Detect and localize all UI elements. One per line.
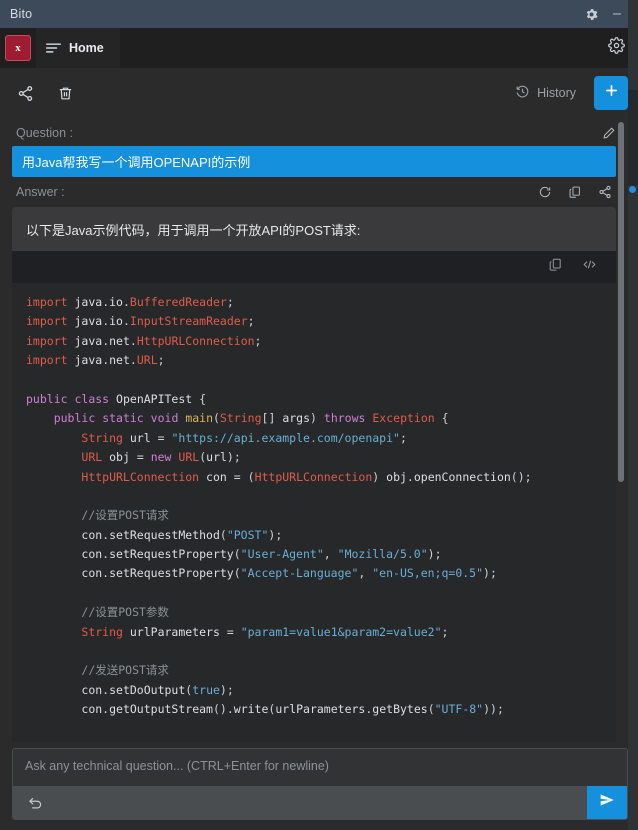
code-line: HttpURLConnection con = (HttpURLConnecti…: [81, 469, 532, 484]
share-icon[interactable]: [598, 185, 612, 199]
composer: Ask any technical question... (CTRL+Ente…: [0, 742, 638, 830]
code-line: //设置POST参数: [81, 605, 169, 620]
code-line: //发送POST请求: [81, 663, 169, 678]
code-line: con.setRequestProperty("Accept-Language"…: [81, 566, 497, 581]
copy-icon[interactable]: [568, 185, 582, 199]
code-line: con.setRequestMethod("POST");: [81, 527, 283, 542]
code-line: import java.io.BufferedReader;: [26, 295, 234, 309]
code-line: import java.net.URL;: [26, 353, 165, 368]
code-content[interactable]: import java.io.BufferedReader; import jav…: [12, 283, 616, 742]
pencil-edit-icon[interactable]: [602, 126, 616, 140]
content-scrollbar-thumb[interactable]: [618, 122, 624, 482]
history-button[interactable]: History: [515, 84, 580, 102]
hamburger-lines-icon[interactable]: [46, 42, 61, 54]
app-logo-cell: x: [0, 28, 36, 68]
tab-home[interactable]: Home: [36, 28, 120, 68]
code-line: con.getOutputStream().write(urlParameter…: [81, 702, 504, 717]
content-scrollbar-track[interactable]: [618, 118, 631, 742]
code-line: public static void main(String[] args) t…: [53, 411, 449, 426]
code-line: //设置POST请求: [81, 508, 169, 523]
code-line: URL obj = new URL(url);: [81, 450, 241, 465]
code-line: import java.net.HttpURLConnection;: [26, 333, 262, 348]
code-line: con.setDoOutput(true);: [81, 682, 234, 697]
question-label: Question :: [16, 126, 73, 140]
app-title: Bito: [10, 7, 33, 21]
window-title-bar: Bito: [0, 0, 638, 28]
conversation-scroll-area[interactable]: Question : 用Java帮我写一个调用OPENAPI的示例 Answer…: [0, 118, 638, 742]
tabstrip-settings-button[interactable]: [594, 28, 638, 68]
tab-strip-filler: [119, 28, 594, 68]
answer-card: 以下是Java示例代码，用于调用一个开放API的POST请求: import j…: [12, 207, 616, 742]
gear-icon[interactable]: [607, 37, 625, 59]
answer-actions: [538, 185, 616, 199]
copy-icon[interactable]: [548, 257, 563, 277]
answer-label: Answer :: [16, 185, 65, 199]
action-toolbar: History: [0, 68, 638, 118]
refresh-icon[interactable]: [538, 185, 552, 199]
tab-strip: x Home: [0, 28, 638, 68]
code-block: import java.io.BufferedReader; import jav…: [12, 251, 616, 742]
composer-frame: Ask any technical question... (CTRL+Ente…: [12, 748, 628, 820]
undo-arrow-icon[interactable]: [13, 794, 57, 811]
code-line: public class OpenAPITest {: [26, 391, 207, 406]
share-icon[interactable]: [12, 80, 38, 106]
bito-logo: x: [5, 35, 31, 61]
send-button[interactable]: [587, 786, 627, 819]
minimize-icon[interactable]: [604, 1, 630, 27]
code-block-toolbar: [12, 251, 616, 283]
code-brackets-icon[interactable]: [581, 257, 598, 277]
code-line: String urlParameters = "param1=value1&pa…: [81, 624, 449, 639]
answer-label-row: Answer :: [12, 177, 616, 205]
trash-icon[interactable]: [52, 80, 78, 106]
history-clock-icon: [515, 84, 530, 102]
question-input[interactable]: Ask any technical question... (CTRL+Ente…: [13, 749, 627, 786]
tab-home-label: Home: [69, 41, 104, 55]
bito-window: Bito x Home History Question: 用Java帮我写一…: [0, 0, 638, 830]
plus-icon: [603, 82, 620, 104]
code-line: import java.io.InputStreamReader;: [26, 314, 255, 329]
answer-paragraph: 以下是Java示例代码，用于调用一个开放API的POST请求:: [26, 223, 361, 238]
question-text[interactable]: 用Java帮我写一个调用OPENAPI的示例: [12, 146, 616, 177]
history-label: History: [537, 86, 576, 100]
gear-icon[interactable]: [578, 1, 604, 27]
code-line: //获取请求响应: [26, 739, 616, 742]
code-line: String url = "https://api.example.com/op…: [81, 430, 407, 445]
composer-action-bar: [13, 786, 627, 819]
send-paper-plane-icon: [599, 792, 615, 813]
question-label-row: Question :: [12, 118, 616, 146]
code-line: con.setRequestProperty("User-Agent", "Mo…: [81, 547, 442, 562]
new-chat-button[interactable]: [594, 76, 628, 110]
